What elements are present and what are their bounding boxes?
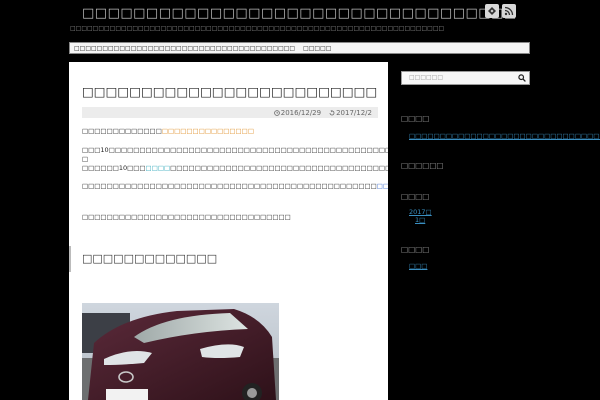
- post-dates: 2016/12/29 2017/12/2: [82, 107, 378, 118]
- category-link[interactable]: □□□: [409, 262, 427, 270]
- p1-highlight: □□□□□□□□□□□□□□□: [161, 127, 254, 135]
- nav-item-home[interactable]: □□□□□□□□□□□□□□□□□□□□□□□□□□□□□□□□□□□□□□□: [74, 45, 295, 52]
- post-article: □□□□□□□□□□□□□□□□□□□□□□□□□□□□□□□□□□□□□□□ …: [69, 62, 388, 400]
- refresh-icon: [329, 109, 335, 115]
- recent-post-link[interactable]: □□□□□□□□□□□□□□□□□□□□□□□□□□□□□□□□□□□□: [409, 132, 600, 140]
- archives-heading: □□□□: [401, 192, 430, 201]
- published-date: 2016/12/29: [273, 109, 321, 117]
- car-photo: [82, 303, 279, 400]
- search-placeholder: □□□□□□: [409, 74, 444, 81]
- paragraph-2: □□□10□□□□□□□□□□□□□□□□□□□□□□□□□□□□□□□□□□□…: [82, 146, 388, 163]
- paragraph-1: □□□□□□□□□□□□□□□□□□□□□□□□□□□□: [82, 127, 254, 135]
- social-icons: [485, 4, 516, 18]
- site-title[interactable]: □□□□□□□□□□□□□□□□□□□□□□□□□□□□□□□□□□: [82, 6, 517, 21]
- section-accent-bar: [69, 246, 71, 272]
- p3-link[interactable]: □□□□: [146, 164, 171, 172]
- post-title: □□□□□□□□□□□□□□□□□□□□□□□□□□□□□□□□□□□□□□□: [82, 84, 378, 99]
- archive-link[interactable]: 2017□ 1□: [409, 208, 432, 224]
- categories-heading: □□□□: [401, 245, 430, 254]
- updated-date: 2017/12/2: [329, 109, 372, 117]
- paragraph-3: □□□□□□10□□□□□□□□□□□□□□□□□□□□□□□□□□□□□□□□…: [82, 164, 388, 172]
- rss-icon[interactable]: [502, 4, 516, 18]
- recent-posts-heading: □□□□: [401, 114, 430, 123]
- search-icon: [518, 74, 526, 82]
- p4-link[interactable]: □□□□□□□□□□□□□□□□□□□□□□□□□□□□□□□□□□□□□□□□…: [377, 182, 388, 190]
- section-heading: □□□□□□□□□□□□□: [82, 252, 218, 265]
- feedly-icon[interactable]: [485, 4, 499, 18]
- site-description: □□□□□□□□□□□□□□□□□□□□□□□□□□□□□□□□□□□□□□□□…: [70, 25, 445, 32]
- search-box[interactable]: □□□□□□: [401, 71, 530, 85]
- clock-icon: [273, 109, 280, 116]
- paragraph-5: □□□□□□□□□□□□□□□□□□□□□□□□□□□□□□□□□□: [82, 213, 291, 221]
- main-nav: □□□□□□□□□□□□□□□□□□□□□□□□□□□□□□□□□□□□□□□ …: [69, 42, 530, 54]
- paragraph-4: □□□□□□□□□□□□□□□□□□□□□□□□□□□□□□□□□□□□□□□□…: [82, 182, 388, 191]
- nav-item-2[interactable]: □□□□□: [303, 45, 331, 52]
- recent-comments-heading: □□□□□□: [401, 161, 444, 170]
